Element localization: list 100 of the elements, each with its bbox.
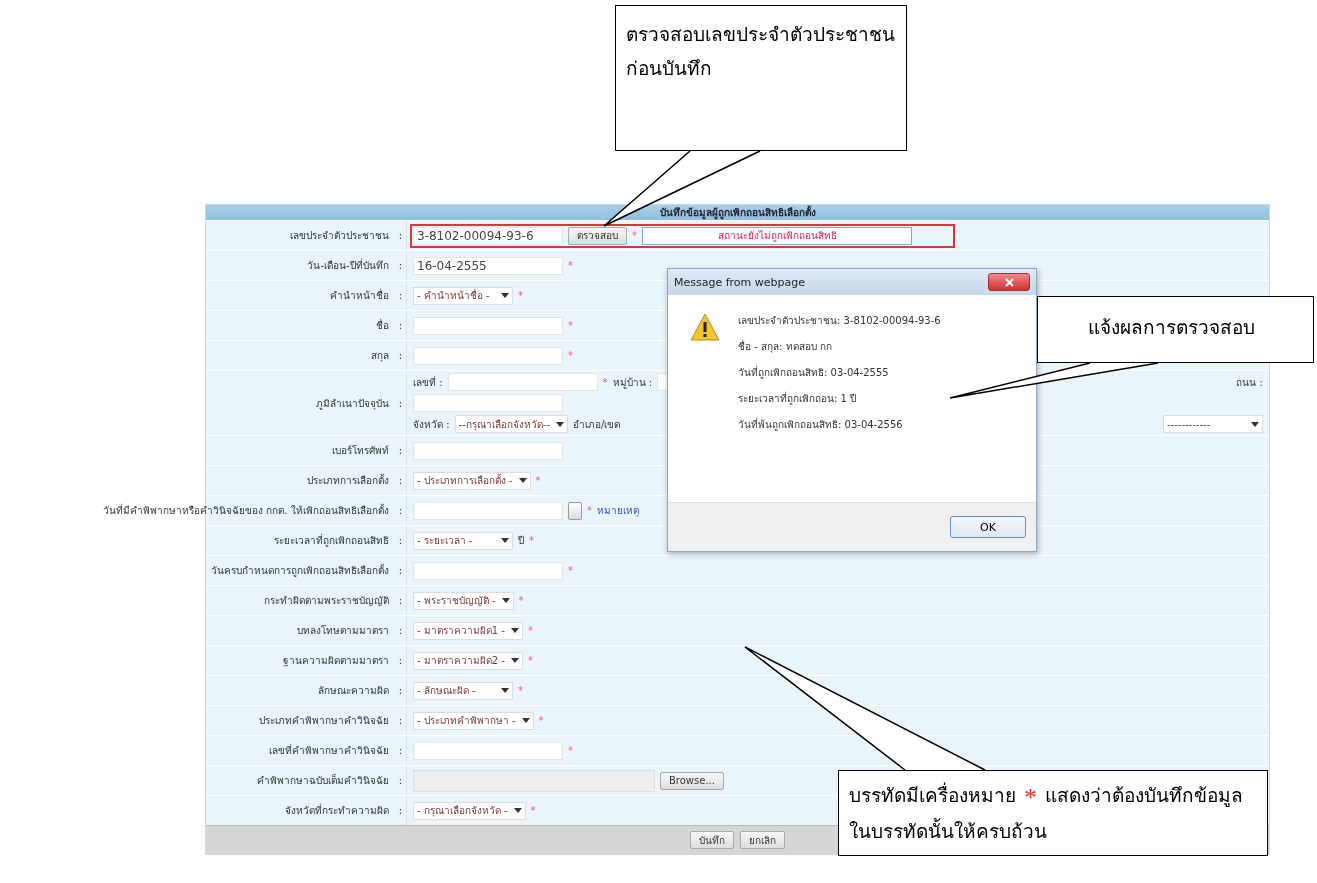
text-field[interactable]: 16-04-2555	[413, 256, 563, 275]
dropdown[interactable]: - ระยะเวลา -	[413, 531, 513, 550]
browse-button[interactable]: Browse...	[660, 771, 724, 790]
field-label: ลักษณะความผิด	[317, 684, 389, 698]
field-label: เลขประจำตัวประชาชน	[289, 229, 389, 243]
callout-text: ก่อนบันทึก	[626, 57, 713, 81]
status-field: สถานะยังไม่ถูกเพิกถอนสิทธิ	[642, 226, 912, 245]
caret-icon	[1251, 421, 1259, 427]
field-label: หมู่บ้าน :	[612, 375, 653, 390]
field-label: บทลงโทษตามมาตรา	[296, 624, 389, 638]
caret-icon	[556, 421, 564, 427]
required-mark: *	[538, 715, 544, 726]
text-field[interactable]	[413, 741, 563, 760]
colon: :	[398, 625, 402, 636]
colon: :	[398, 445, 402, 456]
dialog-title: Message from webpage	[674, 275, 806, 289]
message-text: ชื่อ - สกุล: ทดสอบ กก	[738, 339, 833, 354]
required-mark: *	[529, 535, 534, 546]
colon: :	[398, 655, 402, 666]
calendar-button[interactable]	[568, 501, 582, 520]
callout-text: แจ้งผลการตรวจสอบ	[1088, 316, 1256, 340]
required-mark: *	[527, 625, 533, 636]
text-field[interactable]	[413, 561, 563, 580]
dropdown[interactable]: - คำนำหน้าชื่อ -	[413, 286, 513, 305]
text-field[interactable]	[413, 501, 563, 520]
required-mark: *	[568, 260, 573, 271]
message-text: เลขประจำตัวประชาชน: 3-8102-00094-93-6	[738, 314, 941, 328]
required-mark: *	[568, 745, 573, 756]
required-mark: *	[632, 230, 637, 241]
required-mark: *	[602, 376, 608, 388]
dropdown[interactable]: - กรุณาเลือกจังหวัด -	[413, 801, 526, 820]
caret-icon	[501, 598, 510, 603]
text-field[interactable]	[413, 346, 563, 365]
colon: :	[398, 775, 402, 786]
field-label: ปี	[518, 534, 524, 548]
dropdown[interactable]: - มาตราความผิด2 -	[413, 651, 523, 670]
colon: :	[398, 397, 402, 409]
text-field[interactable]: 3-8102-00094-93-6	[413, 226, 563, 245]
required-mark: *	[568, 565, 573, 576]
required-mark: *	[568, 350, 573, 361]
field-label: ระยะเวลาที่ถูกเพิกถอนสิทธิ	[273, 533, 389, 548]
colon: :	[398, 745, 402, 756]
text-field[interactable]	[413, 394, 563, 412]
field-label: เลขที่คำพิพากษาคำวินิจฉัย	[268, 743, 389, 758]
field-label: คำพิพากษาฉบับเต็มคำวินิจฉัย	[256, 773, 389, 788]
text-field[interactable]	[413, 316, 563, 335]
form-button[interactable]: ยกเลิก	[740, 831, 785, 849]
message-text: วันที่ถูกเพิกถอนสิทธิ: 03-04-2555	[738, 365, 890, 380]
required-mark: *	[535, 475, 541, 486]
field-label: ชื่อ	[375, 318, 389, 333]
warning-icon	[690, 313, 720, 341]
check-button[interactable]: ตรวจสอบ	[568, 226, 627, 245]
colon: :	[398, 230, 402, 241]
caret-icon	[510, 628, 519, 633]
caret-icon	[501, 293, 509, 298]
field-label: ประเภทคำพิพากษาคำวินิจฉัย	[258, 714, 389, 728]
field-label: อำเภอ/เขต	[573, 417, 621, 432]
form-title: บันทึกข้อมูลผู้ถูกเพิกถอนสิทธิเลือกตั้ง	[206, 205, 1269, 220]
required-mark: *	[530, 805, 536, 816]
colon: :	[398, 535, 402, 546]
text-field[interactable]	[447, 373, 598, 391]
required-mark: *	[518, 685, 523, 696]
colon: :	[398, 565, 402, 576]
callout-text: บรรทัดมีเครื่องหมาย * แสดงว่าต้องบันทึกข้อมูล	[849, 781, 1244, 814]
dropdown[interactable]: ------------	[1163, 415, 1263, 433]
colon: :	[398, 320, 402, 331]
field-label: ประเภทการเลือกตั้ง	[306, 473, 389, 488]
caret-icon	[521, 718, 530, 723]
dropdown[interactable]: - พระราชบัญญัติ -	[413, 591, 514, 610]
note-link[interactable]: หมายเหตุ	[597, 503, 639, 518]
ok-button[interactable]: OK	[950, 516, 1026, 538]
callout-text: ในบรรทัดนั้นให้ครบถ้วน	[849, 817, 1048, 844]
text-field[interactable]	[413, 441, 563, 460]
colon: :	[398, 350, 402, 361]
field-label: ถนน :	[1236, 375, 1263, 390]
colon: :	[398, 685, 402, 696]
colon: :	[398, 595, 402, 606]
field-label: วันครบกำหนดการถูกเพิกถอนสิทธิเลือกตั้ง	[210, 563, 389, 578]
field-label: จังหวัดที่กระทำความผิด	[284, 803, 389, 818]
dropdown[interactable]: --กรุณาเลือกจังหวัด--	[454, 415, 568, 433]
colon: :	[398, 505, 402, 516]
caret-icon	[501, 538, 509, 543]
required-mark: *	[527, 655, 533, 666]
required-mark: *	[568, 320, 573, 331]
file-field[interactable]	[413, 769, 655, 792]
dropdown[interactable]: - ประเภทการเลือกตั้ง -	[413, 471, 531, 490]
field-label: เบอร์โทรศัพท์	[331, 444, 389, 458]
callout-text: ตรวจสอบเลขประจำตัวประชาชน	[626, 23, 896, 47]
form-button[interactable]: บันทึก	[690, 831, 734, 849]
field-label: ภูมิลำเนาปัจจุบัน	[315, 396, 389, 411]
dropdown[interactable]: - มาตราความผิด1 -	[413, 621, 523, 640]
colon: :	[398, 260, 402, 271]
dropdown[interactable]: - ลักษณะผิด -	[413, 681, 513, 700]
close-button[interactable]	[988, 273, 1030, 291]
required-mark: *	[518, 595, 524, 606]
field-label: คำนำหน้าชื่อ	[329, 288, 389, 303]
colon: :	[398, 475, 402, 486]
close-icon	[1004, 277, 1014, 287]
field-label: เลขที่ :	[413, 374, 443, 390]
dropdown[interactable]: - ประเภทคำพิพากษา -	[413, 711, 534, 730]
